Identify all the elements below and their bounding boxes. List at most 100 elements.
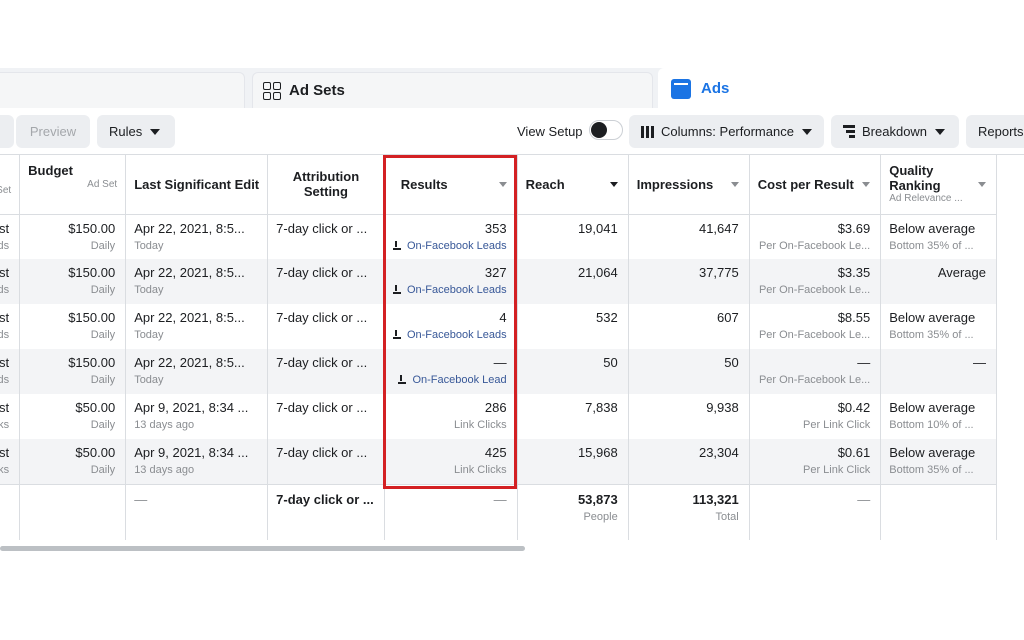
- cell-set: ostds: [0, 349, 21, 394]
- cell-results: 327 On-Facebook Leads: [384, 259, 518, 304]
- ads-square-icon: [671, 78, 691, 99]
- cell-budget[interactable]: $150.00 Daily: [19, 259, 127, 304]
- results-type-link[interactable]: On-Facebook Lead: [393, 374, 507, 386]
- total-cell-impressions: 113,321 Total: [628, 483, 750, 540]
- cell-budget[interactable]: $150.00 Daily: [19, 349, 127, 394]
- breakdown-label: Breakdown: [862, 124, 928, 139]
- cell-reach: 15,968: [517, 439, 629, 484]
- sort-icon[interactable]: [978, 182, 986, 187]
- cell-impressions: 607: [628, 304, 750, 349]
- download-icon: [398, 375, 407, 384]
- cell-reach: 7,838: [517, 394, 629, 439]
- sort-icon[interactable]: [498, 182, 507, 187]
- table-row[interactable]: ostds$150.00DailyApr 22, 2021, 8:5...Tod…: [0, 304, 997, 349]
- tab-ads[interactable]: Ads: [658, 68, 1024, 108]
- total-cell-set: [0, 483, 21, 540]
- cell-attribution: 7-day click or ...: [267, 349, 385, 394]
- download-icon: [392, 285, 401, 294]
- cell-budget[interactable]: $50.00 Daily: [19, 394, 127, 439]
- cell-results: 353 On-Facebook Leads: [384, 214, 518, 259]
- total-cell-budget: [19, 483, 127, 540]
- chevron-down-icon: [801, 128, 812, 135]
- view-setup-label: View Setup: [517, 124, 583, 139]
- cell-attribution: 7-day click or ...: [267, 304, 385, 349]
- cell-cost-per-result: $3.35 Per On-Facebook Le...: [749, 259, 882, 304]
- cell-budget[interactable]: $150.00 Daily: [19, 304, 127, 349]
- cell-quality: —: [880, 349, 997, 394]
- cut-off-button[interactable]: [0, 115, 14, 148]
- cell-last-edit: Apr 9, 2021, 8:34 ... 13 days ago: [125, 394, 269, 439]
- cell-results: 425 Link Clicks: [384, 439, 518, 484]
- columns-button[interactable]: Columns: Performance: [629, 115, 824, 148]
- table-row[interactable]: ostcks$50.00DailyApr 9, 2021, 8:34 ...13…: [0, 394, 997, 439]
- cell-set: ostds: [0, 214, 21, 259]
- cell-last-edit: Apr 9, 2021, 8:34 ... 13 days ago: [125, 439, 269, 484]
- cell-set: ostcks: [0, 439, 21, 484]
- col-last-edit[interactable]: Last Significant Edit: [125, 155, 269, 215]
- cell-quality: Below average Bottom 35% of ...: [880, 439, 997, 484]
- col-impressions[interactable]: Impressions: [628, 155, 750, 215]
- download-icon: [392, 330, 401, 339]
- cell-quality: Below average Bottom 35% of ...: [880, 304, 997, 349]
- cell-reach: 50: [517, 349, 629, 394]
- reports-button[interactable]: Reports: [966, 115, 1024, 148]
- col-set[interactable]: Set: [0, 155, 21, 215]
- results-type-link[interactable]: On-Facebook Leads: [392, 329, 507, 341]
- breakdown-icon: [843, 125, 855, 138]
- cell-quality: Below average Bottom 10% of ...: [880, 394, 997, 439]
- table-row[interactable]: ostds$150.00DailyApr 22, 2021, 8:5...Tod…: [0, 214, 997, 259]
- tab-bar: Ad Sets Ads: [0, 68, 1024, 108]
- totals-row: — 7-day click or ... — 53,873 People 113,…: [0, 483, 997, 540]
- total-cell-attribution: 7-day click or ...: [267, 483, 385, 540]
- cell-last-edit: Apr 22, 2021, 8:5... Today: [125, 214, 269, 259]
- total-cell-edit: —: [125, 483, 269, 540]
- tab-ad-sets[interactable]: Ad Sets: [252, 72, 653, 108]
- sort-icon[interactable]: [730, 182, 739, 187]
- table-row[interactable]: ostcks$50.00DailyApr 9, 2021, 8:34 ...13…: [0, 439, 997, 484]
- cell-last-edit: Apr 22, 2021, 8:5... Today: [125, 304, 269, 349]
- reports-label: Reports: [978, 124, 1024, 139]
- col-cost-per-result[interactable]: Cost per Result: [749, 155, 882, 215]
- sort-icon[interactable]: [609, 182, 618, 187]
- preview-button[interactable]: Preview: [16, 115, 90, 148]
- table-row[interactable]: ostds$150.00DailyApr 22, 2021, 8:5...Tod…: [0, 349, 997, 394]
- horizontal-scrollbar[interactable]: [0, 546, 525, 551]
- rules-button[interactable]: Rules: [97, 115, 175, 148]
- col-attribution[interactable]: Attribution Setting: [267, 155, 385, 215]
- view-setup-toggle[interactable]: [589, 120, 623, 140]
- columns-label: Columns: Performance: [661, 124, 794, 139]
- columns-icon: [641, 125, 654, 138]
- chevron-down-icon: [150, 128, 161, 135]
- col-results[interactable]: Results: [384, 155, 518, 215]
- cell-set: ostcks: [0, 394, 21, 439]
- cell-impressions: 41,647: [628, 214, 750, 259]
- grid-icon: [263, 81, 281, 100]
- table-row[interactable]: ostds$150.00DailyApr 22, 2021, 8:5...Tod…: [0, 259, 997, 304]
- chevron-down-icon: [935, 128, 946, 135]
- col-reach[interactable]: Reach: [517, 155, 629, 215]
- cell-results: 4 On-Facebook Leads: [384, 304, 518, 349]
- breakdown-button[interactable]: Breakdown: [831, 115, 959, 148]
- cell-reach: 21,064: [517, 259, 629, 304]
- cell-results: 286 Link Clicks: [384, 394, 518, 439]
- sort-icon[interactable]: [862, 182, 871, 187]
- cell-budget[interactable]: $150.00 Daily: [19, 214, 127, 259]
- total-cell-quality: [880, 483, 997, 540]
- cell-attribution: 7-day click or ...: [267, 259, 385, 304]
- col-quality[interactable]: Quality Ranking Ad Relevance ...: [880, 155, 997, 215]
- cell-cost-per-result: $3.69 Per On-Facebook Le...: [749, 214, 882, 259]
- results-type-link[interactable]: On-Facebook Leads: [392, 240, 507, 252]
- cell-set: ostds: [0, 304, 21, 349]
- cell-cost-per-result: — Per On-Facebook Le...: [749, 349, 882, 394]
- cell-impressions: 37,775: [628, 259, 750, 304]
- toolbar: Preview Rules View Setup Columns: Perfor…: [0, 108, 1024, 154]
- results-type-link[interactable]: On-Facebook Leads: [392, 284, 507, 296]
- cell-impressions: 50: [628, 349, 750, 394]
- cell-budget[interactable]: $50.00 Daily: [19, 439, 127, 484]
- cell-last-edit: Apr 22, 2021, 8:5... Today: [125, 259, 269, 304]
- col-budget[interactable]: Budget Ad Set: [19, 155, 127, 215]
- cell-cost-per-result: $8.55 Per On-Facebook Le...: [749, 304, 882, 349]
- tab-campaigns[interactable]: [0, 72, 245, 108]
- rules-label: Rules: [109, 124, 143, 139]
- ads-table: Set BudgetAd Set Last Significant Edit A…: [0, 154, 1024, 544]
